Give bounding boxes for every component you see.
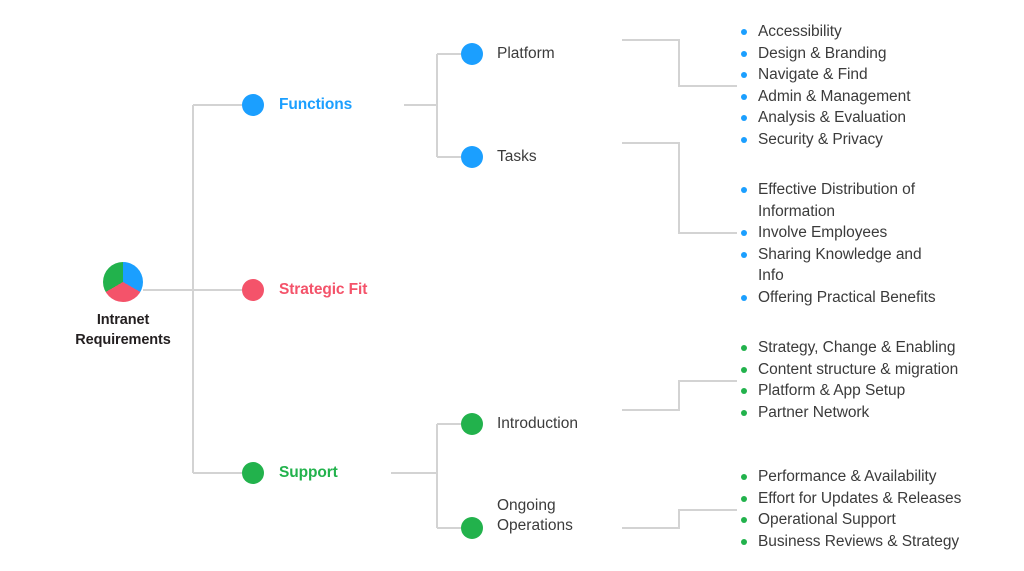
tasks-item-list: Effective Distribution of Information In…	[737, 179, 937, 308]
root-label-line1: Intranet	[96, 312, 150, 328]
node-functions[interactable]: Functions	[242, 94, 352, 116]
list-item[interactable]: Security & Privacy	[737, 129, 987, 151]
list-item[interactable]: Accessibility	[737, 21, 987, 43]
list-item[interactable]: Admin & Management	[737, 86, 987, 108]
root-label: Intranet Requirements	[62, 311, 184, 350]
strategic-fit-label: Strategic Fit	[279, 281, 368, 298]
pie-chart-icon	[103, 262, 143, 302]
support-label: Support	[279, 464, 338, 481]
list-item[interactable]: Operational Support	[737, 509, 987, 531]
node-ongoing-operations[interactable]: Ongoing Operations	[461, 496, 573, 539]
introduction-label: Introduction	[497, 415, 578, 433]
wire-platform-to-list	[622, 39, 737, 87]
mindmap-canvas: Intranet Requirements Functions Strategic…	[0, 0, 1024, 571]
list-item[interactable]: Effort for Updates & Releases	[737, 488, 987, 510]
list-item[interactable]: Analysis & Evaluation	[737, 107, 987, 129]
list-item[interactable]: Platform & App Setup	[737, 380, 987, 402]
wire-ongoing-to-list	[622, 509, 737, 529]
node-introduction[interactable]: Introduction	[461, 413, 578, 435]
list-item[interactable]: Design & Branding	[737, 43, 987, 65]
root-node[interactable]: Intranet Requirements	[62, 262, 184, 350]
introduction-item-list: Strategy, Change & Enabling Content stru…	[737, 337, 987, 423]
functions-node-dot	[242, 94, 264, 116]
support-node-dot	[242, 462, 264, 484]
node-strategic-fit[interactable]: Strategic Fit	[242, 279, 367, 301]
ongoing-operations-item-list: Performance & Availability Effort for Up…	[737, 466, 987, 552]
wire-tasks-to-list	[622, 142, 737, 234]
list-item[interactable]: Sharing Knowledge and Info	[737, 244, 937, 287]
introduction-node-dot	[461, 413, 483, 435]
list-item[interactable]: Content structure & migration	[737, 359, 987, 381]
platform-node-dot	[461, 43, 483, 65]
root-label-line2: Requirements	[75, 331, 171, 348]
strategic-fit-node-dot	[242, 279, 264, 301]
ongoing-operations-label: Ongoing Operations	[497, 497, 573, 534]
platform-label: Platform	[497, 45, 555, 63]
tasks-node-dot	[461, 146, 483, 168]
list-item[interactable]: Business Reviews & Strategy	[737, 531, 987, 553]
ongoing-operations-node-dot	[461, 517, 483, 539]
list-item[interactable]: Involve Employees	[737, 222, 937, 244]
list-item[interactable]: Performance & Availability	[737, 466, 987, 488]
list-item[interactable]: Effective Distribution of Information	[737, 179, 937, 222]
list-item[interactable]: Partner Network	[737, 402, 987, 424]
node-support[interactable]: Support	[242, 462, 338, 484]
functions-label: Functions	[279, 96, 353, 113]
node-tasks[interactable]: Tasks	[461, 146, 537, 168]
list-item[interactable]: Navigate & Find	[737, 64, 987, 86]
node-platform[interactable]: Platform	[461, 43, 555, 65]
tasks-label: Tasks	[497, 148, 537, 166]
list-item[interactable]: Offering Practical Benefits	[737, 287, 937, 309]
wire-introduction-to-list	[622, 380, 737, 411]
list-item[interactable]: Strategy, Change & Enabling	[737, 337, 987, 359]
platform-item-list: Accessibility Design & Branding Navigate…	[737, 21, 987, 150]
